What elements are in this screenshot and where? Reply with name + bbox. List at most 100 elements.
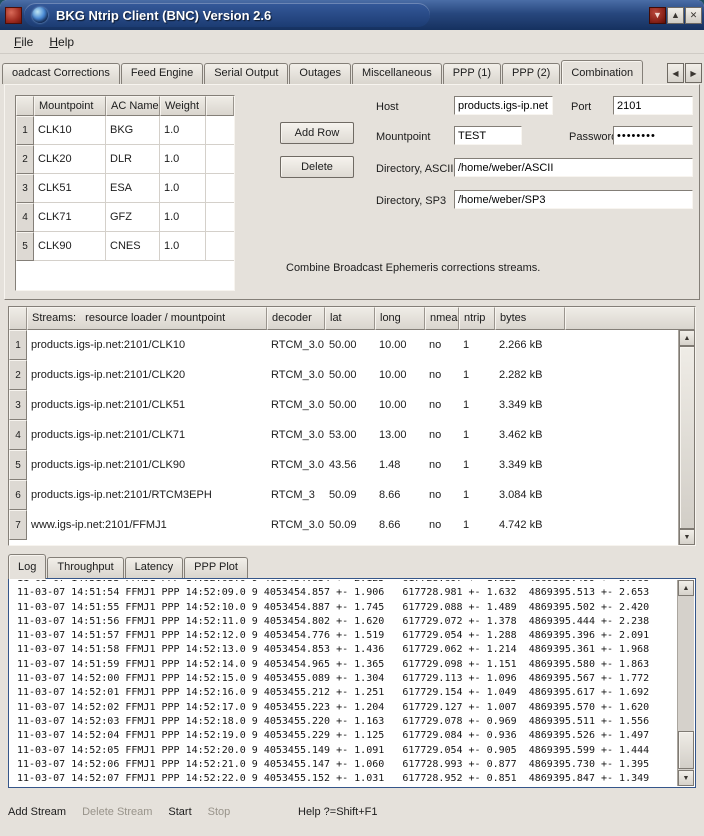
column-header-bytes[interactable]: bytes bbox=[495, 307, 565, 330]
cell-weight[interactable]: 1.0 bbox=[160, 145, 206, 174]
password-input[interactable] bbox=[613, 126, 693, 145]
cell-ac-name[interactable]: DLR bbox=[106, 145, 160, 174]
tab-label: PPP (2) bbox=[512, 67, 550, 79]
directory-sp3-input[interactable] bbox=[454, 190, 693, 209]
close-icon: ✕ bbox=[690, 11, 698, 20]
settings-tabbar: oadcast Corrections Feed Engine Serial O… bbox=[2, 58, 704, 84]
cell-source: products.igs-ip.net:2101/CLK90 bbox=[27, 450, 267, 480]
cell-weight[interactable]: 1.0 bbox=[160, 174, 206, 203]
streams-scrollbar-thumb[interactable] bbox=[679, 346, 695, 529]
action-button[interactable]: Start bbox=[168, 806, 191, 818]
scroll-up-icon[interactable]: ▲ bbox=[679, 330, 695, 346]
cell-weight[interactable]: 1.0 bbox=[160, 203, 206, 232]
stream-row[interactable]: 2 products.igs-ip.net:2101/CLK20 RTCM_3.… bbox=[9, 360, 678, 390]
mountpoint-input[interactable] bbox=[454, 126, 522, 145]
output-tab[interactable]: Log bbox=[8, 554, 46, 579]
stream-row[interactable]: 7 www.igs-ip.net:2101/FFMJ1 RTCM_3.0 50.… bbox=[9, 510, 678, 540]
output-tab[interactable]: PPP Plot bbox=[184, 557, 248, 578]
minimize-button[interactable]: ▼ bbox=[649, 7, 666, 24]
cell-nmea: no bbox=[425, 390, 459, 420]
titlebar[interactable]: BKG Ntrip Client (BNC) Version 2.6 ▼ ▲ ✕ bbox=[0, 0, 704, 30]
tab-scroll-left-button[interactable]: ◀ bbox=[667, 63, 684, 83]
column-header-long[interactable]: long bbox=[375, 307, 425, 330]
settings-tab[interactable]: Outages bbox=[289, 63, 351, 84]
port-input[interactable] bbox=[613, 96, 693, 115]
cell-long: 8.66 bbox=[375, 480, 425, 510]
cell-ntrip: 1 bbox=[459, 330, 495, 360]
stream-row[interactable]: 1 products.igs-ip.net:2101/CLK10 RTCM_3.… bbox=[9, 330, 678, 360]
menu-item[interactable]: File bbox=[6, 33, 41, 51]
window-title: BKG Ntrip Client (BNC) Version 2.6 bbox=[56, 8, 271, 23]
cell-mountpoint[interactable]: CLK51 bbox=[34, 174, 106, 203]
stream-row[interactable]: 5 products.igs-ip.net:2101/CLK90 RTCM_3.… bbox=[9, 450, 678, 480]
cell-weight[interactable]: 1.0 bbox=[160, 116, 206, 145]
settings-tab[interactable]: Serial Output bbox=[204, 63, 288, 84]
column-header-streams[interactable]: Streams: resource loader / mountpoint bbox=[27, 307, 267, 330]
cell-mountpoint[interactable]: CLK71 bbox=[34, 203, 106, 232]
column-header-nmea[interactable]: nmea bbox=[425, 307, 459, 330]
host-input[interactable] bbox=[454, 96, 553, 115]
tab-label: Serial Output bbox=[214, 67, 278, 79]
settings-tab[interactable]: Miscellaneous bbox=[352, 63, 442, 84]
row-header: 3 bbox=[16, 174, 34, 203]
row-header: 7 bbox=[9, 510, 27, 540]
log-scrollbar[interactable]: ▲ ▼ bbox=[677, 580, 694, 786]
log-line: 11-03-07 14:51:58 FFMJ1 PPP 14:52:13.0 9… bbox=[17, 643, 676, 657]
cell-ac-name[interactable]: ESA bbox=[106, 174, 160, 203]
settings-tab[interactable]: Combination bbox=[561, 60, 643, 84]
maximize-button[interactable]: ▲ bbox=[667, 7, 684, 24]
cell-long: 10.00 bbox=[375, 390, 425, 420]
menu-item[interactable]: Help bbox=[41, 33, 82, 51]
combination-table-header: Mountpoint AC Name Weight bbox=[16, 96, 234, 116]
host-label: Host bbox=[376, 101, 399, 113]
combination-note: Combine Broadcast Ephemeris corrections … bbox=[286, 262, 540, 274]
column-header-mountpoint[interactable]: Mountpoint bbox=[34, 96, 106, 116]
action-button[interactable]: Add Stream bbox=[8, 806, 66, 818]
cell-mountpoint[interactable]: CLK10 bbox=[34, 116, 106, 145]
streams-scrollbar[interactable]: ▲ ▼ bbox=[678, 330, 695, 545]
settings-tab[interactable]: Feed Engine bbox=[121, 63, 203, 84]
add-row-button[interactable]: Add Row bbox=[280, 122, 354, 144]
tab-label: Outages bbox=[299, 67, 341, 79]
cell-ac-name[interactable]: GFZ bbox=[106, 203, 160, 232]
cell-nmea: no bbox=[425, 330, 459, 360]
tab-scroll-right-button[interactable]: ▶ bbox=[685, 63, 702, 83]
action-button[interactable]: Delete Stream bbox=[82, 806, 152, 818]
delete-button[interactable]: Delete bbox=[280, 156, 354, 178]
column-header-ntrip[interactable]: ntrip bbox=[459, 307, 495, 330]
column-header-ac-name[interactable]: AC Name bbox=[106, 96, 160, 116]
cell-ac-name[interactable]: BKG bbox=[106, 116, 160, 145]
stream-row[interactable]: 3 products.igs-ip.net:2101/CLK51 RTCM_3.… bbox=[9, 390, 678, 420]
log-line: 11-03-07 14:52:05 FFMJ1 PPP 14:52:20.0 9… bbox=[17, 744, 676, 758]
cell-ntrip: 1 bbox=[459, 390, 495, 420]
window-menu-button[interactable] bbox=[5, 7, 22, 24]
stream-row[interactable]: 4 products.igs-ip.net:2101/CLK71 RTCM_3.… bbox=[9, 420, 678, 450]
column-header-decoder[interactable]: decoder bbox=[267, 307, 325, 330]
column-header-lat[interactable]: lat bbox=[325, 307, 375, 330]
password-label: Password bbox=[569, 131, 617, 143]
settings-tab[interactable]: PPP (2) bbox=[502, 63, 560, 84]
output-tab[interactable]: Latency bbox=[125, 557, 184, 578]
cell-ntrip: 1 bbox=[459, 450, 495, 480]
combination-table-body: 1 CLK10 BKG 1.0 2 CLK20 DLR 1.0 bbox=[16, 116, 234, 261]
cell-ac-name[interactable]: CNES bbox=[106, 232, 160, 261]
action-button[interactable]: Stop bbox=[208, 806, 231, 818]
settings-tab[interactable]: oadcast Corrections bbox=[2, 63, 120, 84]
column-header-weight[interactable]: Weight bbox=[160, 96, 206, 116]
cell-filler bbox=[206, 116, 234, 145]
close-button[interactable]: ✕ bbox=[685, 7, 702, 24]
output-tab[interactable]: Throughput bbox=[47, 557, 123, 578]
stream-row[interactable]: 6 products.igs-ip.net:2101/RTCM3EPH RTCM… bbox=[9, 480, 678, 510]
scroll-down-icon[interactable]: ▼ bbox=[678, 770, 694, 786]
settings-tab[interactable]: PPP (1) bbox=[443, 63, 501, 84]
cell-mountpoint[interactable]: CLK90 bbox=[34, 232, 106, 261]
log-scrollbar-thumb[interactable] bbox=[678, 731, 694, 769]
cell-weight[interactable]: 1.0 bbox=[160, 232, 206, 261]
scroll-down-icon[interactable]: ▼ bbox=[679, 529, 695, 545]
directory-ascii-input[interactable] bbox=[454, 158, 693, 177]
cell-mountpoint[interactable]: CLK20 bbox=[34, 145, 106, 174]
maximize-icon: ▲ bbox=[671, 11, 680, 20]
scroll-up-icon[interactable]: ▲ bbox=[678, 580, 694, 596]
cell-decoder: RTCM_3.0 bbox=[267, 360, 325, 390]
combination-table-row: 3 CLK51 ESA 1.0 bbox=[16, 174, 234, 203]
